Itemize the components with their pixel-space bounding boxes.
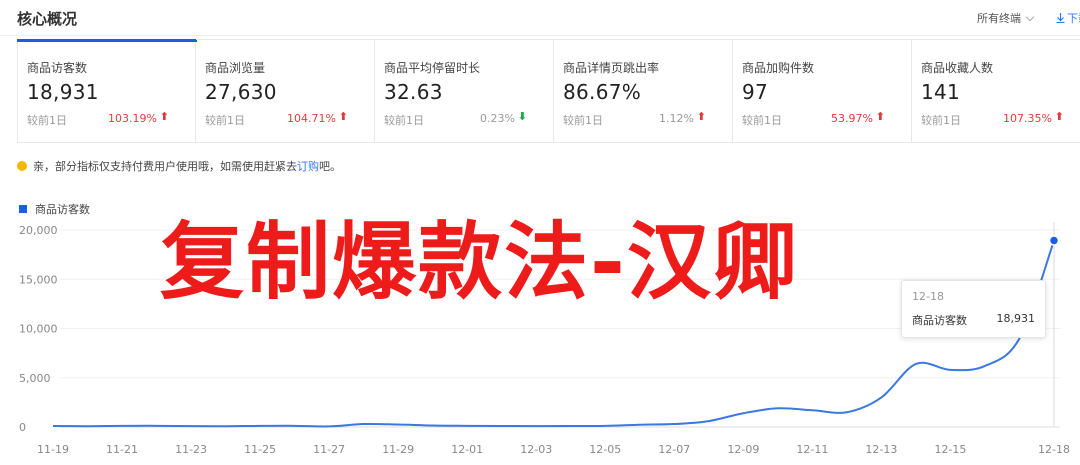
x-tick-label: 11-25 <box>244 443 276 456</box>
data-point-highlight <box>1048 235 1060 246</box>
x-tick-label: 12-18 <box>1038 443 1070 456</box>
x-tick-label: 12-03 <box>520 443 552 456</box>
x-tick-label: 11-29 <box>382 443 414 456</box>
y-tick-label: 10,000 <box>19 323 58 336</box>
y-tick-label: 0 <box>19 421 26 434</box>
tooltip-label: 商品访客数 <box>912 314 967 327</box>
x-tick-label: 11-21 <box>106 443 138 456</box>
y-tick-label: 5,000 <box>19 372 51 385</box>
x-tick-label: 12-01 <box>451 443 483 456</box>
x-tick-label: 11-27 <box>313 443 345 456</box>
tooltip-value: 18,931 <box>996 312 1036 325</box>
x-tick-label: 12-15 <box>934 443 966 456</box>
watermark-text: 复制爆款法-汉卿 <box>160 213 799 311</box>
x-tick-label: 11-23 <box>175 443 207 456</box>
x-tick-label: 12-05 <box>589 443 621 456</box>
chart-tooltip: 12-18 商品访客数 18,931 <box>901 280 1046 338</box>
y-tick-label: 15,000 <box>19 273 58 286</box>
y-tick-label: 20,000 <box>19 224 58 237</box>
x-tick-label: 12-13 <box>865 443 897 456</box>
tooltip-date: 12-18 <box>912 290 944 303</box>
x-tick-label: 12-07 <box>658 443 690 456</box>
x-tick-label: 12-09 <box>727 443 759 456</box>
x-tick-label: 12-11 <box>796 443 828 456</box>
x-tick-label: 11-19 <box>37 443 69 456</box>
